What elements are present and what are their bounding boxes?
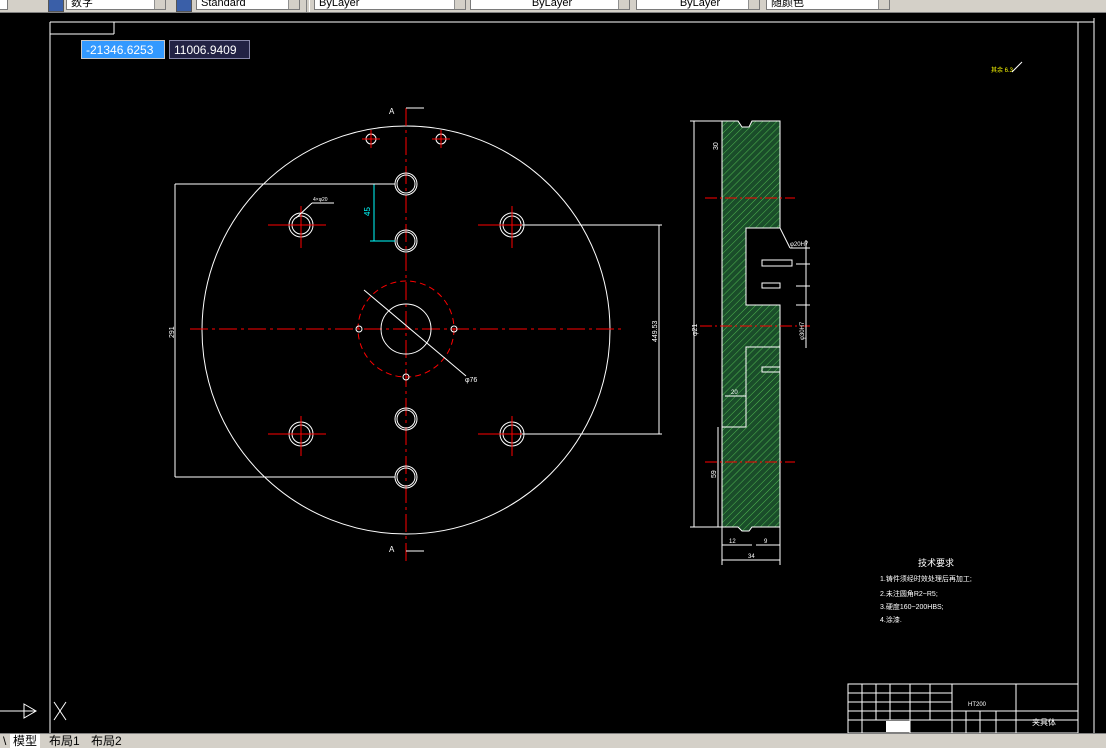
hole-note-leader (295, 202, 313, 219)
properties-toolbar: 数字 Standard ByLayer ByLayer ByLayer 随颜色 (0, 0, 1106, 13)
roughness-symbol (1011, 61, 1023, 73)
dim-style-icon[interactable] (176, 0, 192, 12)
side-view: φ21 30 20 59 12 9 34 φ20H7 φ30H7 (690, 120, 810, 565)
tech-requirements: 技术要求 1.铸件须经时效处理后再加工; 2.未注圆角R2~R5; 3.硬度16… (880, 557, 972, 624)
tech-item-3: 3.硬度160~200HBS; (880, 602, 944, 611)
text-style-select[interactable]: 数字 (66, 0, 166, 10)
side-dim-12: 12 (729, 539, 736, 545)
corner-hole (478, 416, 540, 456)
d76-leader (363, 289, 467, 377)
drawing-border (49, 18, 1095, 733)
tech-item-4: 4.涂漆. (880, 615, 902, 624)
pin-hole (761, 259, 793, 267)
side-dim-d21: φ21 (692, 324, 699, 336)
chevron-down-icon[interactable] (154, 0, 165, 9)
toolbar-separator (306, 0, 310, 12)
tab-nav-left[interactable]: \ (0, 734, 9, 748)
drawing-canvas[interactable]: 其余 6.3 φ76 4×φ20 45 291 449.53 A A φ21 3… (0, 13, 1106, 734)
side-dim-20: 20 (731, 390, 738, 396)
top-small-hole (432, 130, 450, 148)
side-dim-59: 59 (711, 470, 718, 478)
chevron-down-icon[interactable] (288, 0, 299, 9)
dim-291: 291 (169, 326, 176, 338)
tab-model[interactable]: 模型 (10, 734, 41, 748)
title-block-fill (886, 721, 910, 732)
corner-hole (268, 206, 326, 248)
section-label-bottom: A (389, 545, 395, 554)
dim-45: 45 (363, 207, 372, 216)
front-view: φ76 4×φ20 45 291 449.53 A A (169, 107, 662, 563)
tech-item-2: 2.未注圆角R2~R5; (880, 589, 938, 598)
text-style-icon[interactable] (48, 0, 64, 12)
section-label-top: A (389, 107, 395, 116)
dim-style-select[interactable]: Standard (196, 0, 300, 10)
top-small-hole (362, 130, 380, 148)
chevron-down-icon[interactable] (748, 0, 759, 9)
plot-style-select[interactable]: 随颜色 (766, 0, 890, 10)
chevron-down-icon[interactable] (878, 0, 889, 9)
linetype-select[interactable]: ByLayer (470, 0, 630, 10)
chevron-down-icon[interactable] (618, 0, 629, 9)
side-dim-9: 9 (764, 539, 768, 545)
title-material: HT200 (968, 702, 987, 708)
side-dim-note2: φ30H7 (800, 321, 806, 340)
corner-hole (268, 416, 326, 456)
layer-color-select[interactable]: ByLayer (314, 0, 466, 10)
coord-y-input[interactable]: 11006.9409 (169, 40, 250, 59)
coord-x-input[interactable]: -21346.6253 (81, 40, 165, 59)
tab-layout1[interactable]: 布局1 (46, 734, 83, 748)
drawing-svg: 其余 6.3 φ76 4×φ20 45 291 449.53 A A φ21 3… (0, 18, 1095, 734)
ucs-icon (0, 701, 67, 721)
lineweight-select[interactable]: ByLayer (636, 0, 760, 10)
pin-hole (761, 282, 781, 289)
side-dim-note1: φ20H7 (790, 242, 809, 248)
chevron-down-icon[interactable] (454, 0, 465, 9)
tab-layout2[interactable]: 布局2 (88, 734, 125, 748)
corner-hole (478, 206, 540, 248)
side-dim-34: 34 (748, 554, 755, 560)
dim-449: 449.53 (652, 320, 659, 342)
roughness-note: 其余 6.3 (991, 66, 1014, 74)
dim-hole-note: 4×φ20 (313, 197, 328, 203)
tech-title: 技术要求 (918, 557, 954, 568)
side-dim-30: 30 (713, 142, 720, 150)
dropdown-left-stub[interactable] (0, 0, 8, 10)
tech-item-1: 1.铸件须经时效处理后再加工; (880, 574, 972, 583)
dim-45-lines (370, 183, 395, 242)
dim-d76: φ76 (465, 377, 477, 384)
title-name: 夹具体 (1032, 717, 1056, 727)
layout-tabs: \ 模型 布局1 布局2 (0, 733, 1106, 748)
